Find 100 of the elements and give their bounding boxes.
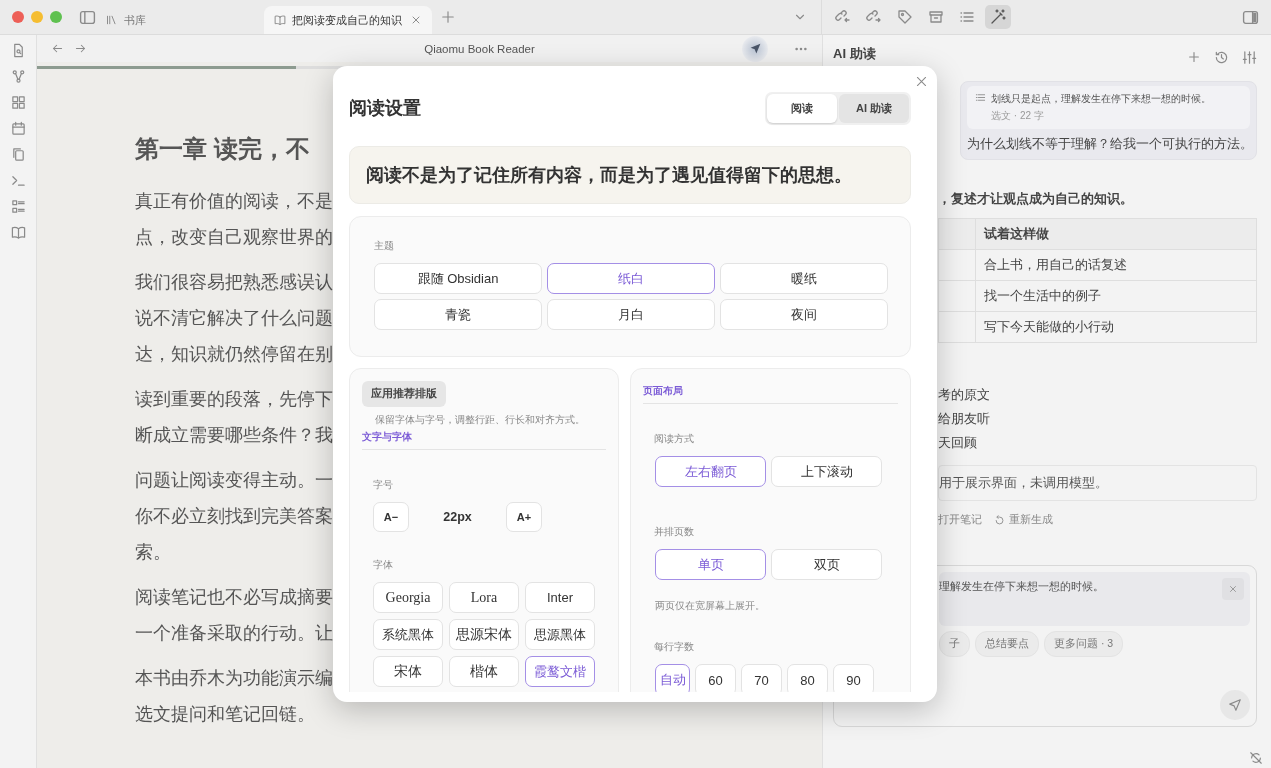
option-button[interactable]: 80 [787,664,828,692]
option-button[interactable]: 青瓷 [374,299,542,330]
view-title: Qiaomu Book Reader [423,42,536,55]
refresh-icon [994,514,1005,526]
forward-arrow-icon[interactable] [74,42,87,55]
hint-text: 两页仅在宽屏幕上展开。 [655,600,766,613]
field-label: 并排页数 [654,525,695,539]
answer-text: ，复述才让观点成为自己的知识。 [938,190,1134,208]
option-button[interactable]: 纸白 [547,263,715,294]
table-header: 试着这样做 [975,218,1257,250]
option-button[interactable]: 自动 [655,664,690,692]
close-button[interactable] [915,75,928,88]
quote-text: 理解发生在停下来想一想的时候。 [939,580,1104,594]
field-label: 字号 [373,478,394,492]
body-text-line: 点，改变自己观察世界的 [135,226,333,249]
list-item-text: 天回顾 [938,434,978,452]
quote-meta: 选文 · 22 字 [991,109,1045,123]
option-button[interactable]: 60 [695,664,736,692]
quote-text: 划线只是起点，理解发生在停下来想一想的时候。 [991,92,1212,106]
send-icon [1228,698,1242,712]
section-label: 主题 [374,239,395,253]
option-button[interactable]: 双页 [771,549,882,580]
font-option[interactable]: 宋体 [373,656,443,687]
archive-icon [928,9,944,25]
add-icon[interactable] [1187,50,1201,64]
font-option[interactable]: 思源黑体 [525,619,595,650]
calendar-icon[interactable] [10,121,26,136]
field-label: 字体 [373,558,394,572]
tab[interactable]: 把阅读变成自己的知识 [264,6,432,34]
table-cell: 写下今天能做的小行动 [975,311,1257,343]
font-option[interactable]: 思源宋体 [449,619,519,650]
mode-tab[interactable]: 阅读 [767,93,837,123]
table-cell: 找一个生活中的例子 [975,280,1257,312]
option-button[interactable]: 单页 [655,549,766,580]
body-text-line: 断成立需要哪些条件？我 [135,424,333,447]
new-tab-icon[interactable] [441,10,455,24]
increase-size-button[interactable]: A+ [506,502,542,532]
quote-preview: 阅读不是为了记住所有内容，而是为了遇见值得留下的思想。 [349,146,911,204]
outgoing-link-icon [866,9,882,25]
suggestion-chip[interactable]: 子 [939,631,970,657]
body-text-line: 达，知识就仍然停留在别 [135,343,333,366]
body-text-line: 一个准备采取的行动。让 [135,622,333,645]
sidebar-toggle-icon[interactable] [79,8,96,26]
field-label: 每行字数 [654,640,695,654]
body-text-line: 读到重要的段落，先停下 [135,388,333,411]
close-tab-icon[interactable] [410,14,422,26]
book-icon[interactable] [10,225,26,240]
list-icon[interactable] [10,199,26,214]
option-button[interactable]: 暖纸 [720,263,888,294]
backlink-icon [835,9,851,25]
copy-icon[interactable] [10,147,26,162]
close-icon [1228,584,1238,594]
close-icon [915,75,928,88]
font-option[interactable]: Inter [525,582,595,613]
decrease-size-button[interactable]: A− [373,502,409,532]
option-button[interactable]: 90 [833,664,874,692]
chapter-title: 第一章 读完，不 [135,134,311,164]
graph-icon[interactable] [10,69,26,84]
send-button[interactable] [1220,690,1250,720]
body-text-line: 我们很容易把熟悉感误认 [135,271,333,294]
font-option[interactable]: 系统黑体 [373,619,443,650]
suggestion-chip[interactable]: 更多问题 · 3 [1044,631,1124,657]
panel-toggle-icon[interactable] [1242,8,1259,26]
toolbar-button[interactable] [985,5,1011,29]
grid-icon[interactable] [10,95,26,110]
magic-wand-icon [990,9,1006,25]
sliders-icon[interactable] [1242,50,1257,65]
option-button[interactable]: 70 [741,664,782,692]
dialog-title: 阅读设置 [349,97,421,120]
body-text-line: 选文提问和笔记回链。 [135,703,316,726]
option-button[interactable]: 左右翻页 [655,456,766,487]
list-icon [959,9,975,25]
font-option[interactable]: 楷体 [449,656,519,687]
history-icon[interactable] [1214,50,1229,65]
font-option[interactable]: Georgia [373,582,443,613]
option-button[interactable]: 上下滚动 [771,456,882,487]
option-button[interactable]: 月白 [547,299,715,330]
sync-off-icon[interactable] [1249,751,1263,765]
body-text-line: 索。 [135,541,172,564]
body-text-line: 本书由乔木为功能演示编 [135,667,333,690]
question-text: 为什么划线不等于理解？给我一个可执行的方法。 [967,136,1250,153]
quote-lines-icon [975,92,986,103]
note-text: 用于展示界面，未调用模型。 [938,465,1257,501]
terminal-icon[interactable] [10,173,26,188]
font-option[interactable]: 霞鹜文楷 [525,656,595,687]
body-text-line: 问题让阅读变得主动。一 [135,469,333,492]
tab[interactable]: 书库 [96,6,156,34]
field-label: 阅读方式 [654,432,695,446]
close-window-button[interactable] [12,11,24,23]
remove-quote-button[interactable] [1222,578,1244,600]
minimize-window-button[interactable] [31,11,43,23]
apply-layout-button[interactable]: 应用推荐排版 [362,381,446,407]
option-button[interactable]: 跟随 Obsidian [374,263,542,294]
mode-tab[interactable]: AI 助读 [839,93,909,123]
tag-icon [897,9,913,25]
suggestion-chip[interactable]: 总结要点 [975,631,1039,657]
back-arrow-icon[interactable] [51,42,64,55]
zoom-window-button[interactable] [50,11,62,23]
option-button[interactable]: 夜间 [720,299,888,330]
font-option[interactable]: Lora [449,582,519,613]
